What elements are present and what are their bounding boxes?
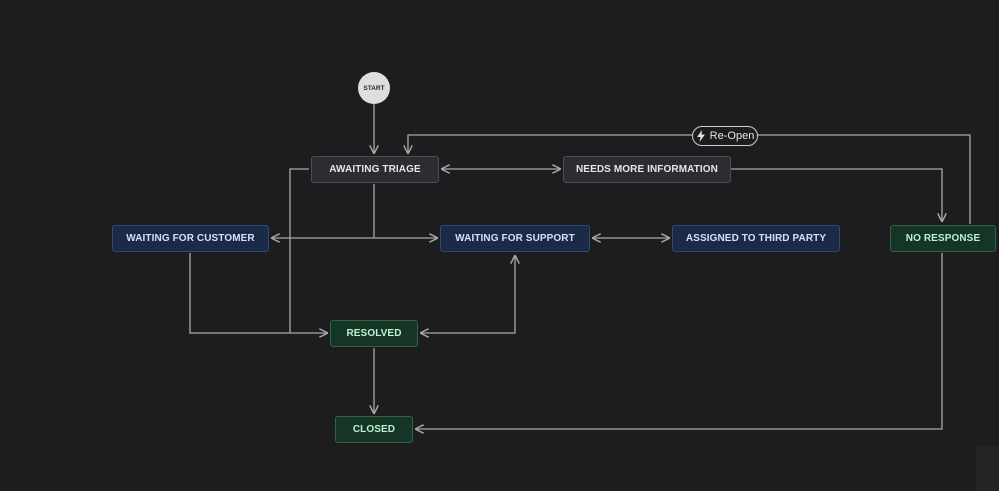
edge-no-response-to-closed (416, 253, 943, 429)
edge-resolved-support (421, 256, 515, 333)
status-no-response[interactable]: NO RESPONSE (890, 225, 996, 252)
status-waiting-for-support[interactable]: WAITING FOR SUPPORT (440, 225, 590, 252)
start-node[interactable]: START (358, 72, 390, 104)
status-assigned-to-third-party[interactable]: ASSIGNED TO THIRD PARTY (672, 225, 840, 252)
canvas-controls-panel[interactable] (976, 446, 999, 491)
edge-needs-info-to-no-response (731, 168, 942, 221)
reopen-label: Re-Open (709, 130, 755, 142)
status-resolved[interactable]: RESOLVED (330, 320, 418, 347)
reopen-transition-button[interactable]: Re-Open (692, 126, 758, 146)
workflow-canvas: START Re-Open AWAITING TRIAGE NEEDS MORE… (0, 0, 999, 491)
edge-triage-to-resolved (289, 168, 309, 333)
edge-customer-to-resolved (189, 253, 327, 333)
status-needs-more-information[interactable]: NEEDS MORE INFORMATION (563, 156, 731, 183)
status-waiting-for-customer[interactable]: WAITING FOR CUSTOMER (112, 225, 269, 252)
status-awaiting-triage[interactable]: AWAITING TRIAGE (311, 156, 439, 183)
lightning-icon (696, 130, 705, 142)
status-closed[interactable]: CLOSED (335, 416, 413, 443)
